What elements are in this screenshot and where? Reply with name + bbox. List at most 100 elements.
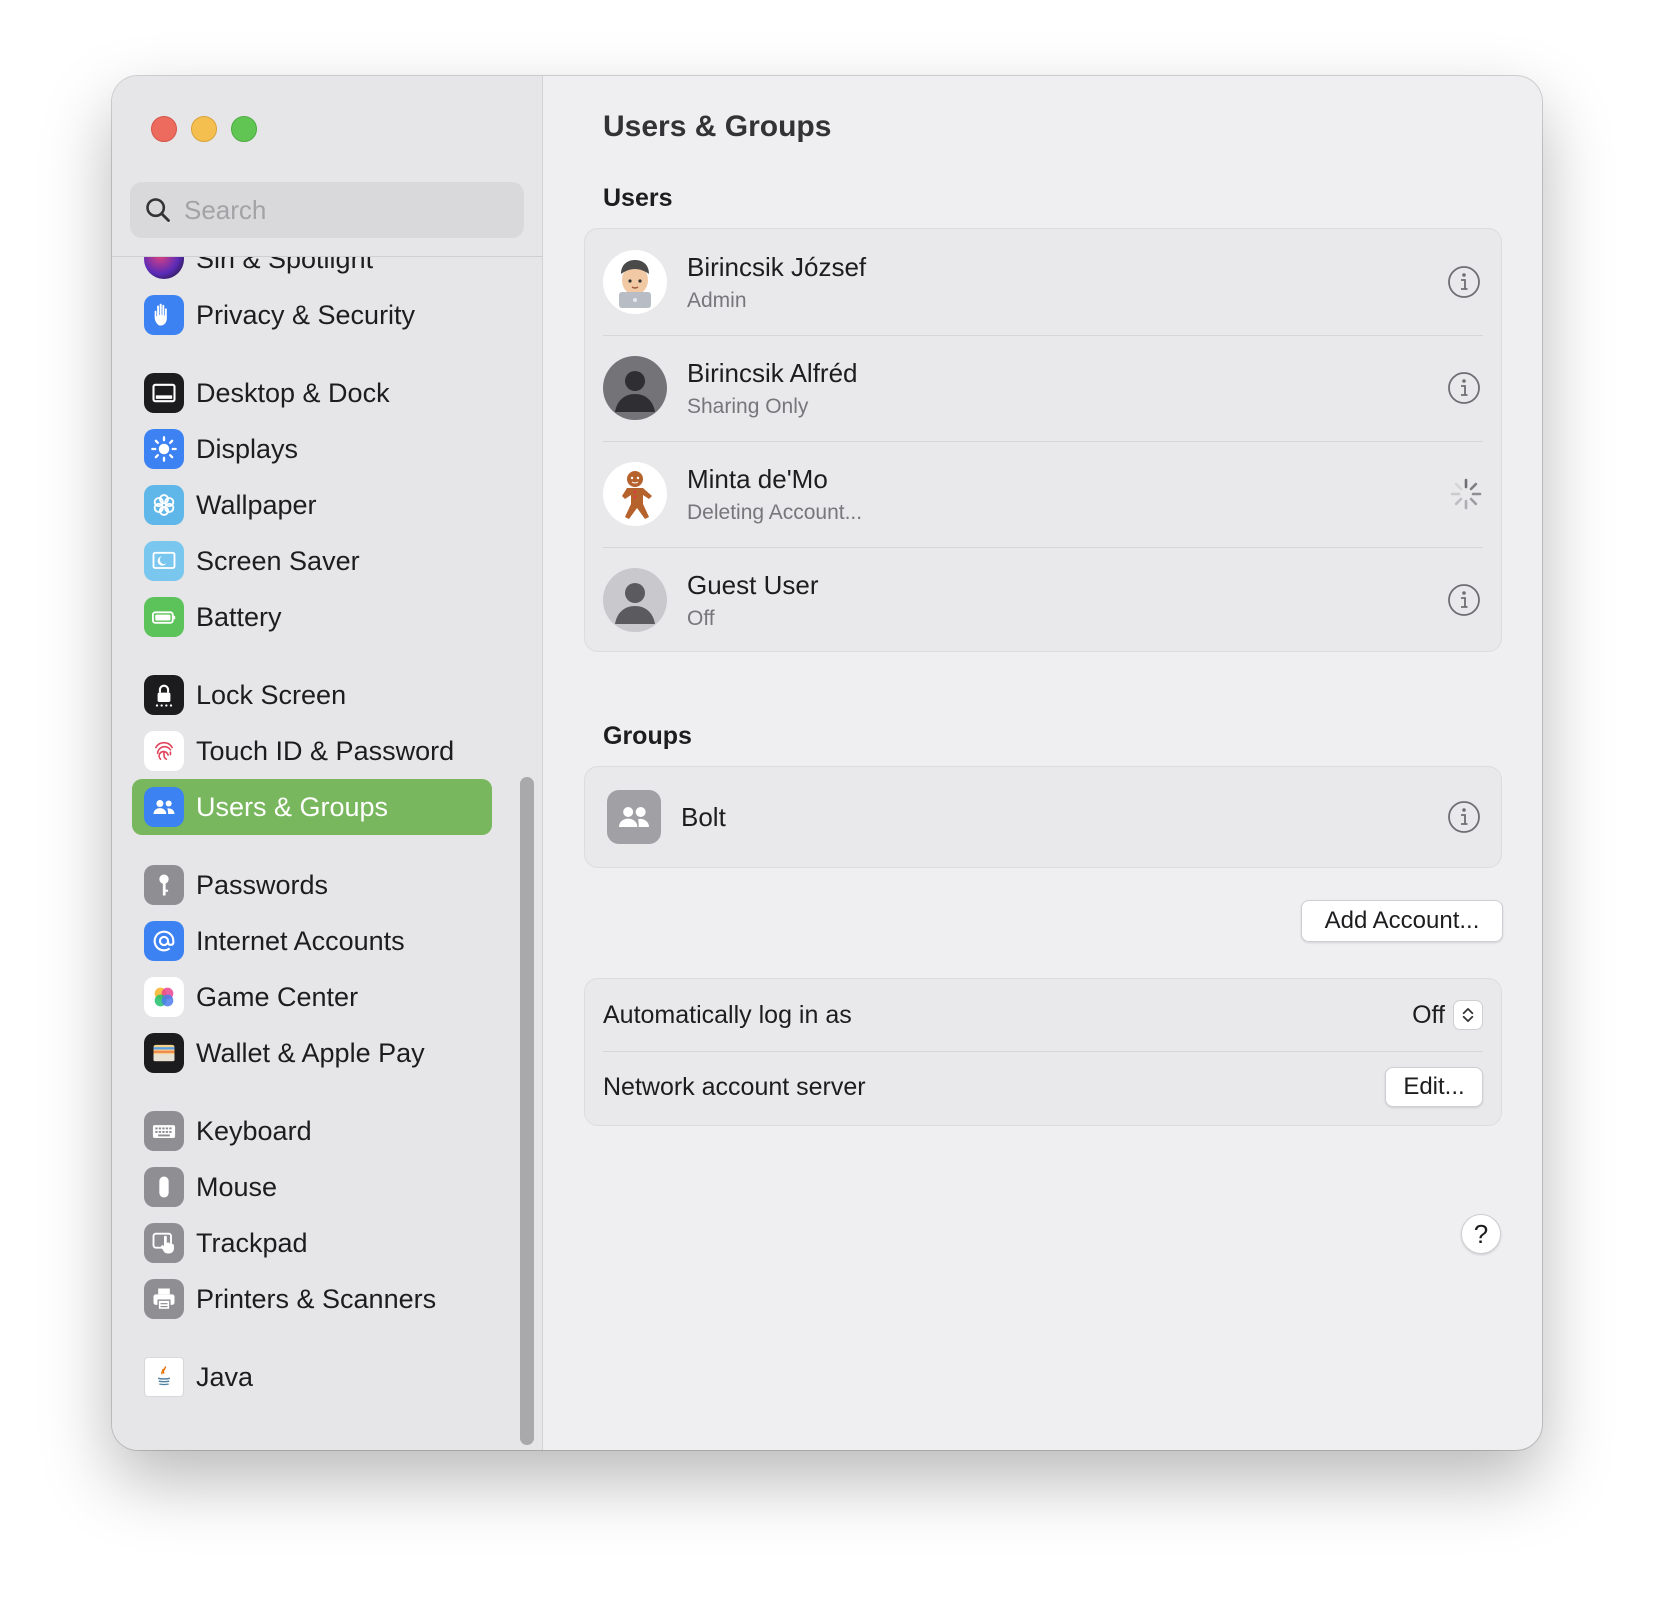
auto-login-row: Automatically log in as Off: [585, 979, 1501, 1051]
sidebar-item-battery[interactable]: Battery: [132, 589, 492, 645]
trackpad-icon: [144, 1223, 184, 1263]
sidebar-item-passwords[interactable]: Passwords: [132, 857, 492, 913]
fingerprint-icon: [144, 731, 184, 771]
auto-login-value: Off: [1412, 1000, 1445, 1029]
flower-icon: [144, 485, 184, 525]
sidebar-item-internet-accounts[interactable]: Internet Accounts: [132, 913, 492, 969]
sidebar-item-keyboard[interactable]: Keyboard: [132, 1103, 492, 1159]
user-role: Admin: [687, 288, 747, 312]
user-role: Sharing Only: [687, 394, 809, 418]
sidebar-item-label: Lock Screen: [196, 679, 347, 710]
user-role: Off: [687, 606, 715, 630]
info-icon[interactable]: [1447, 583, 1481, 617]
lock-icon: [144, 675, 184, 715]
groups-section-label: Groups: [603, 722, 692, 750]
screen-saver-icon: [144, 541, 184, 581]
user-name: Minta de'Mo: [687, 463, 828, 494]
sidebar-item-printers[interactable]: Printers & Scanners: [132, 1271, 492, 1327]
login-settings-card: Automatically log in as Off Network acco…: [584, 978, 1502, 1126]
sidebar-item-siri-spotlight[interactable]: Siri & Spotlight: [132, 257, 492, 287]
sidebar-item-label: Printers & Scanners: [196, 1283, 437, 1314]
sidebar-nav: Siri & Spotlight Privacy & Security Desk…: [112, 257, 543, 1450]
close-button[interactable]: [151, 116, 177, 142]
users-card: Birincsik József Admin Birincsik Alfréd …: [584, 228, 1502, 652]
auto-login-popup[interactable]: Off: [1412, 1000, 1483, 1030]
user-row[interactable]: Birincsik Alfréd Sharing Only: [585, 335, 1501, 441]
sidebar-item-screen-saver[interactable]: Screen Saver: [132, 533, 492, 589]
keyboard-icon: [144, 1111, 184, 1151]
sidebar-item-displays[interactable]: Displays: [132, 421, 492, 477]
edit-button[interactable]: Edit...: [1385, 1067, 1483, 1107]
game-center-icon: [144, 977, 184, 1017]
users-section-label: Users: [603, 184, 673, 212]
wallet-icon: [144, 1033, 184, 1073]
info-icon[interactable]: [1447, 800, 1481, 834]
sidebar-item-wallet[interactable]: Wallet & Apple Pay: [132, 1025, 492, 1081]
maximize-button[interactable]: [231, 116, 257, 142]
main-pane: Users & Groups Users Birincsik József Ad…: [543, 76, 1542, 1450]
sidebar-item-label: Displays: [196, 433, 299, 464]
sidebar-item-game-center[interactable]: Game Center: [132, 969, 492, 1025]
user-name: Guest User: [687, 569, 819, 600]
users-icon: [144, 787, 184, 827]
info-icon[interactable]: [1447, 371, 1481, 405]
search-field[interactable]: [130, 182, 524, 238]
sidebar-item-label: Wallpaper: [196, 489, 317, 520]
user-name: Birincsik Alfréd: [687, 357, 858, 388]
sidebar-item-label: Trackpad: [196, 1227, 308, 1258]
add-account-button[interactable]: Add Account...: [1301, 900, 1503, 942]
user-row[interactable]: Minta de'Mo Deleting Account...: [585, 441, 1501, 547]
sidebar-scrollbar[interactable]: [520, 777, 534, 1445]
java-icon: [144, 1357, 184, 1397]
sun-icon: [144, 429, 184, 469]
sidebar-item-label: Desktop & Dock: [196, 377, 390, 408]
search-input[interactable]: [184, 194, 504, 226]
sidebar: Siri & Spotlight Privacy & Security Desk…: [112, 76, 543, 1450]
page-title: Users & Groups: [603, 110, 832, 143]
up-down-chevron-icon[interactable]: [1453, 1000, 1483, 1030]
sidebar-item-label: Wallet & Apple Pay: [196, 1037, 425, 1068]
sidebar-item-lock-screen[interactable]: Lock Screen: [132, 667, 492, 723]
sidebar-item-trackpad[interactable]: Trackpad: [132, 1215, 492, 1271]
sidebar-item-desktop-dock[interactable]: Desktop & Dock: [132, 365, 492, 421]
at-icon: [144, 921, 184, 961]
dark-person-avatar: [603, 356, 667, 420]
sidebar-item-mouse[interactable]: Mouse: [132, 1159, 492, 1215]
sidebar-item-label: Users & Groups: [196, 791, 389, 822]
sidebar-item-wallpaper[interactable]: Wallpaper: [132, 477, 492, 533]
group-name: Bolt: [681, 801, 726, 832]
sidebar-item-label: Passwords: [196, 869, 329, 900]
sidebar-item-privacy-security[interactable]: Privacy & Security: [132, 287, 492, 343]
sidebar-item-label: Keyboard: [196, 1115, 312, 1146]
sidebar-item-label: Screen Saver: [196, 545, 360, 576]
sidebar-item-label: Siri & Spotlight: [196, 257, 374, 274]
battery-icon: [144, 597, 184, 637]
settings-window: Siri & Spotlight Privacy & Security Desk…: [112, 76, 1542, 1450]
sidebar-item-label: Game Center: [196, 981, 359, 1012]
sidebar-item-label: Java: [196, 1361, 254, 1392]
user-row[interactable]: Guest User Off: [585, 547, 1501, 653]
group-row[interactable]: Bolt: [585, 767, 1501, 867]
sidebar-item-label: Mouse: [196, 1171, 278, 1202]
sidebar-item-users-groups[interactable]: Users & Groups: [132, 779, 492, 835]
user-row[interactable]: Birincsik József Admin: [585, 229, 1501, 335]
gingerbread-avatar: [603, 462, 667, 526]
light-person-avatar: [603, 568, 667, 632]
minimize-button[interactable]: [191, 116, 217, 142]
user-role: Deleting Account...: [687, 500, 863, 524]
siri-icon: [144, 257, 184, 279]
hand-icon: [144, 295, 184, 335]
search-icon: [146, 198, 170, 222]
window-controls: [151, 116, 257, 142]
dock-icon: [144, 373, 184, 413]
sidebar-item-touch-id[interactable]: Touch ID & Password: [132, 723, 492, 779]
sidebar-item-label: Internet Accounts: [196, 925, 405, 956]
sidebar-item-label: Battery: [196, 601, 282, 632]
sidebar-item-label: Privacy & Security: [196, 299, 416, 330]
groups-card: Bolt: [584, 766, 1502, 868]
info-icon[interactable]: [1447, 265, 1481, 299]
sidebar-item-java[interactable]: Java: [132, 1349, 492, 1405]
mouse-icon: [144, 1167, 184, 1207]
memoji-avatar: [603, 250, 667, 314]
help-button[interactable]: ?: [1461, 1214, 1501, 1254]
